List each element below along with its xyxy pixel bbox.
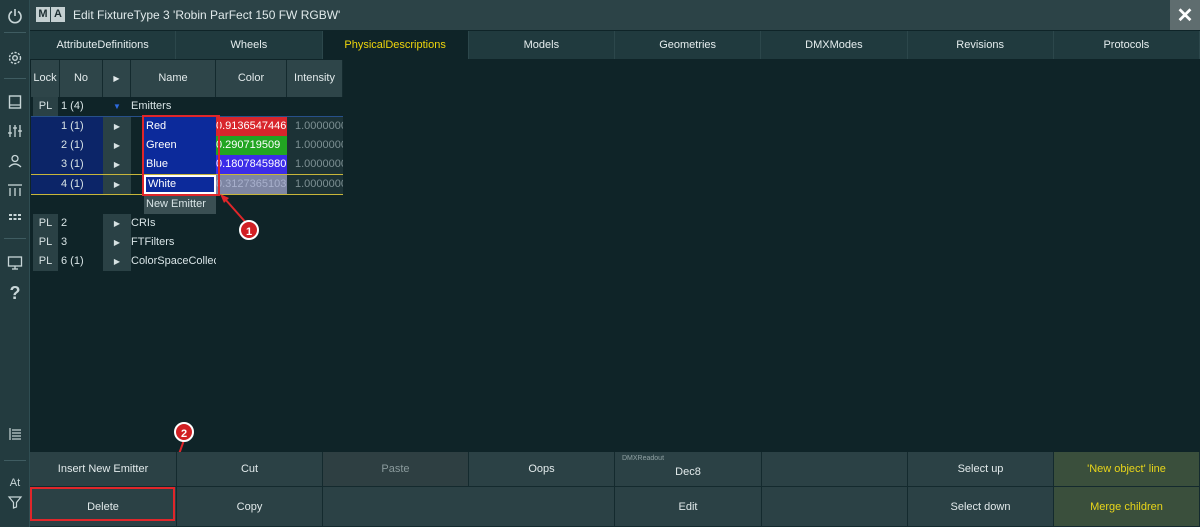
expand-arrow-icon[interactable]: ▶ — [103, 252, 131, 271]
copy-button[interactable]: Copy — [177, 487, 323, 527]
expand-arrow-icon[interactable]: ▶ — [103, 117, 131, 136]
name-cell[interactable]: ColorSpaceCollect — [131, 252, 216, 271]
expand-arrow-icon[interactable]: ▶ — [103, 233, 131, 252]
book-icon[interactable] — [0, 89, 30, 115]
lock-cell — [31, 117, 60, 136]
tab-geometries[interactable]: Geometries — [615, 31, 762, 59]
header-color[interactable]: Color — [216, 60, 287, 97]
lock-cell — [31, 136, 60, 155]
new-object-line-toggle[interactable]: 'New object' line — [1054, 452, 1200, 487]
power-icon[interactable] — [0, 3, 30, 29]
sidebar-divider — [4, 32, 26, 33]
logo-letter-a: A — [51, 7, 65, 22]
window-title: Edit FixtureType 3 'Robin ParFect 150 FW… — [73, 8, 341, 22]
bottom-toolbar: Insert New Emitter Cut Paste Oops DMXRea… — [30, 452, 1200, 527]
no-cell[interactable]: 1 (1) — [60, 117, 103, 136]
intensity-cell[interactable]: 1.0000000 — [287, 136, 343, 155]
annotation-highlight-delete — [30, 487, 175, 521]
expand-arrow-icon[interactable]: ▶ — [103, 214, 131, 233]
color-cell[interactable]: 0.1807845980, — [216, 155, 287, 174]
lock-cell[interactable]: PL — [33, 233, 58, 252]
annotation-badge-2: 2 — [174, 422, 194, 442]
ma-logo: M A — [36, 7, 65, 22]
help-icon[interactable]: ? — [0, 280, 30, 306]
lock-cell — [31, 175, 60, 194]
tab-physical-descriptions[interactable]: PhysicalDescriptions — [322, 31, 469, 59]
empty-button[interactable] — [762, 487, 908, 527]
tab-models[interactable]: Models — [468, 31, 615, 59]
dmx-readout-button[interactable]: DMXReadout Dec8 — [615, 452, 762, 487]
intensity-cell[interactable]: 1.0000000 — [287, 155, 343, 174]
no-cell[interactable]: 6 (1) — [60, 252, 103, 271]
header-no[interactable]: No — [60, 60, 103, 97]
close-icon: ✕ — [1176, 4, 1194, 27]
header-name[interactable]: Name — [131, 60, 216, 97]
no-cell[interactable]: 2 (1) — [60, 136, 103, 155]
tab-attribute-definitions[interactable]: AttributeDefinitions — [30, 31, 177, 59]
sidebar-divider — [4, 78, 26, 79]
header-lock[interactable]: Lock — [31, 60, 60, 97]
insert-new-emitter-button[interactable]: Insert New Emitter — [30, 452, 177, 487]
name-cell[interactable]: Emitters — [131, 97, 216, 116]
tab-wheels[interactable]: Wheels — [176, 31, 323, 59]
sheet-icon[interactable] — [0, 421, 30, 447]
left-sidebar: ? At — [0, 0, 30, 527]
header-intensity[interactable]: Intensity — [287, 60, 343, 97]
expand-arrow-icon[interactable]: ▶ — [103, 136, 131, 155]
expand-arrow-icon[interactable]: ▶ — [103, 155, 131, 174]
no-cell[interactable]: 3 (1) — [60, 155, 103, 174]
tab-dmx-modes[interactable]: DMXModes — [761, 31, 908, 59]
cut-button[interactable]: Cut — [177, 452, 323, 487]
intensity-cell[interactable]: 1.0000000 — [287, 117, 343, 136]
tab-bar: AttributeDefinitions Wheels PhysicalDesc… — [30, 31, 1200, 59]
lock-cell — [31, 155, 60, 174]
faders-icon[interactable] — [0, 118, 30, 144]
expand-arrow-icon[interactable]: ▶ — [103, 175, 131, 194]
sliders-icon[interactable] — [0, 177, 30, 203]
color-cell[interactable]: 0.290719509 — [216, 136, 287, 155]
header-expand[interactable]: ▶ — [103, 60, 131, 97]
oops-button[interactable]: Oops — [469, 452, 615, 487]
color-cell[interactable]: 0.9136547446, — [216, 117, 287, 136]
lock-cell[interactable]: PL — [33, 214, 58, 233]
tab-revisions[interactable]: Revisions — [907, 31, 1054, 59]
merge-children-toggle[interactable]: Merge children — [1054, 487, 1200, 527]
collapse-arrow-icon[interactable]: ▼ — [103, 97, 131, 116]
paste-button[interactable]: Paste — [323, 452, 469, 487]
color-cell[interactable]: 0.3127365103, — [216, 175, 287, 194]
select-down-button[interactable]: Select down — [908, 487, 1054, 527]
tab-protocols[interactable]: Protocols — [1053, 31, 1200, 59]
no-cell[interactable]: 3 — [60, 233, 103, 252]
intensity-cell[interactable]: 1.0000000 — [287, 175, 343, 194]
sidebar-divider — [4, 460, 26, 461]
close-button[interactable]: ✕ — [1170, 0, 1200, 30]
edit-button[interactable]: Edit — [615, 487, 762, 527]
no-cell[interactable]: 2 — [60, 214, 103, 233]
keypad-icon[interactable] — [0, 205, 30, 231]
dmx-readout-value: Dec8 — [675, 466, 701, 478]
no-cell[interactable]: 1 (4) — [60, 97, 103, 116]
select-up-button[interactable]: Select up — [908, 452, 1054, 487]
monitor-icon[interactable] — [0, 250, 30, 276]
new-emitter-row[interactable]: New Emitter — [144, 195, 216, 214]
filter-icon[interactable] — [0, 489, 30, 515]
name-cell[interactable]: FTFilters — [131, 233, 216, 252]
name-cell[interactable]: CRIs — [131, 214, 216, 233]
lock-cell[interactable]: PL — [33, 97, 58, 116]
lock-cell[interactable]: PL — [33, 252, 58, 271]
gear-icon[interactable] — [0, 45, 30, 71]
no-cell[interactable]: 4 (1) — [60, 175, 103, 194]
user-icon[interactable] — [0, 148, 30, 174]
logo-letter-m: M — [36, 7, 50, 22]
empty-button[interactable] — [323, 487, 615, 527]
empty-button[interactable] — [762, 452, 908, 487]
dmx-readout-label: DMXReadout — [622, 455, 665, 462]
annotation-badge-1: 1 — [239, 220, 259, 240]
window-titlebar: M A Edit FixtureType 3 'Robin ParFect 15… — [30, 0, 1200, 30]
annotation-highlight-names — [142, 115, 220, 196]
sidebar-divider — [4, 238, 26, 239]
